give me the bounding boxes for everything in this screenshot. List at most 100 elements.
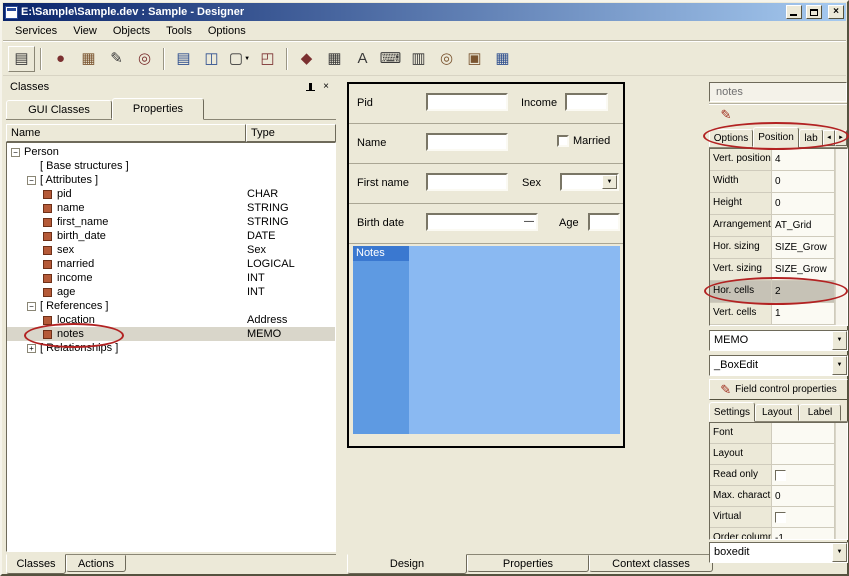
tab-scroll-right-button[interactable]: ►: [835, 130, 847, 146]
tree-item-income[interactable]: incomeINT: [7, 271, 335, 285]
tree-item-references[interactable]: −[ References ]: [7, 299, 335, 313]
donut-button[interactable]: ◎: [131, 46, 158, 72]
data-type-combo[interactable]: MEMO ▼: [709, 330, 848, 351]
position-row-hor-sizing[interactable]: Hor. sizingSIZE_Grow: [710, 237, 847, 259]
birth-date-field[interactable]: —: [426, 213, 538, 231]
property-value[interactable]: 0: [772, 171, 835, 192]
dropdown-arrow-icon[interactable]: ▼: [832, 356, 847, 375]
property-value[interactable]: [772, 507, 835, 527]
first-name-field[interactable]: [426, 173, 508, 191]
collapse-icon[interactable]: −: [27, 302, 36, 311]
position-row-arrangement[interactable]: ArrangementAT_Grid: [710, 215, 847, 237]
tree-item-person[interactable]: −Person: [7, 145, 335, 159]
settings-row-order-column[interactable]: Order column-1: [710, 528, 847, 540]
checkbox-icon[interactable]: [775, 512, 786, 523]
menu-item-objects[interactable]: Objects: [105, 22, 158, 40]
column-header-name[interactable]: Name: [6, 124, 246, 142]
position-row-vert-position[interactable]: Vert. position4: [710, 149, 847, 171]
married-checkbox[interactable]: Married: [557, 135, 610, 147]
menu-item-view[interactable]: View: [65, 22, 105, 40]
grid-button[interactable]: ▥: [405, 46, 432, 72]
tree-item-base-structures[interactable]: [ Base structures ]: [7, 159, 335, 173]
tab-lab[interactable]: lab: [799, 129, 823, 147]
tree-item-first-name[interactable]: first_nameSTRING: [7, 215, 335, 229]
tab-properties[interactable]: Properties: [467, 555, 589, 572]
position-row-vert-cells[interactable]: Vert. cells1: [710, 303, 847, 325]
tree-item-age[interactable]: ageINT: [7, 285, 335, 299]
edit-source-button[interactable]: ✎: [103, 46, 130, 72]
settings-row-max-charact[interactable]: Max. charact0: [710, 486, 847, 507]
toolbar-dropdown-arrow-icon[interactable]: ▼: [244, 56, 250, 62]
keyboard-button[interactable]: ⌨: [377, 46, 404, 72]
property-value[interactable]: [772, 423, 835, 443]
property-value[interactable]: SIZE_Grow: [772, 237, 835, 258]
table-button[interactable]: ▦: [321, 46, 348, 72]
tab-settings[interactable]: Settings: [709, 402, 755, 422]
tab-layout[interactable]: Layout: [755, 404, 799, 421]
paint-button[interactable]: ◆: [293, 46, 320, 72]
position-row-vert-sizing[interactable]: Vert. sizingSIZE_Grow: [710, 259, 847, 281]
tree-item-relationships[interactable]: +[ Relationships ]: [7, 341, 335, 355]
tree-item-location[interactable]: locationAddress: [7, 313, 335, 327]
menu-item-options[interactable]: Options: [200, 22, 254, 40]
settings-row-font[interactable]: Font: [710, 423, 847, 444]
tab-actions[interactable]: Actions: [66, 555, 126, 572]
settings-row-read-only[interactable]: Read only: [710, 465, 847, 486]
property-value[interactable]: 2: [772, 281, 835, 302]
expand-icon[interactable]: +: [27, 344, 36, 353]
font-button[interactable]: A: [349, 46, 376, 72]
notebook-button[interactable]: ▦: [75, 46, 102, 72]
property-value[interactable]: -1: [772, 528, 835, 540]
grid-scrollbar-track[interactable]: [835, 149, 847, 325]
property-value[interactable]: 0: [772, 193, 835, 214]
dock-pin-button[interactable]: [303, 80, 317, 93]
tree-item-attributes[interactable]: −[ Attributes ]: [7, 173, 335, 187]
property-value[interactable]: 0: [772, 486, 835, 506]
checkbox-icon[interactable]: [775, 470, 786, 481]
new-form-button[interactable]: ▢▼: [226, 46, 253, 72]
pid-field[interactable]: [426, 93, 508, 111]
property-value[interactable]: [772, 465, 835, 485]
minimize-button[interactable]: [786, 5, 802, 19]
age-field[interactable]: [588, 213, 620, 231]
tab-properties[interactable]: Properties: [112, 98, 204, 120]
close-button[interactable]: ×: [828, 5, 844, 19]
collapse-icon[interactable]: −: [11, 148, 20, 157]
settings-row-virtual[interactable]: Virtual: [710, 507, 847, 528]
tree-item-name[interactable]: nameSTRING: [7, 201, 335, 215]
form-preview-button[interactable]: ◰: [254, 46, 281, 72]
income-field[interactable]: [565, 93, 608, 111]
draw-shape-button[interactable]: ●: [47, 46, 74, 72]
control-name-combo[interactable]: boxedit ▼: [709, 542, 848, 563]
tab-design[interactable]: Design: [347, 554, 467, 574]
menu-item-tools[interactable]: Tools: [158, 22, 200, 40]
printer-button[interactable]: ◫: [198, 46, 225, 72]
tree-item-pid[interactable]: pidCHAR: [7, 187, 335, 201]
tab-classes[interactable]: Classes: [6, 554, 66, 574]
property-value[interactable]: [772, 444, 835, 464]
menu-item-services[interactable]: Services: [7, 22, 65, 40]
donut-2-button[interactable]: ◎: [433, 46, 460, 72]
field-properties-toolbar-button[interactable]: ✎: [715, 106, 737, 124]
tree-item-birth-date[interactable]: birth_dateDATE: [7, 229, 335, 243]
tree-item-notes[interactable]: notesMEMO: [7, 327, 335, 341]
property-value[interactable]: 1: [772, 303, 835, 324]
print-preview-button[interactable]: ▤: [170, 46, 197, 72]
tab-position[interactable]: Position: [753, 127, 799, 148]
property-value[interactable]: AT_Grid: [772, 215, 835, 236]
position-row-width[interactable]: Width0: [710, 171, 847, 193]
panel-close-button[interactable]: ×: [319, 80, 333, 93]
package-button[interactable]: ▣: [461, 46, 488, 72]
tab-scroll-left-button[interactable]: ◄: [823, 130, 835, 146]
notes-memo-field[interactable]: Notes: [353, 246, 620, 434]
control-class-combo[interactable]: _BoxEdit ▼: [709, 355, 848, 376]
dropdown-arrow-icon[interactable]: ▼: [832, 331, 847, 350]
tree-item-married[interactable]: marriedLOGICAL: [7, 257, 335, 271]
column-header-type[interactable]: Type: [246, 124, 336, 142]
property-value[interactable]: SIZE_Grow: [772, 259, 835, 280]
calendar-button[interactable]: ▦: [489, 46, 516, 72]
tree-item-sex[interactable]: sexSex: [7, 243, 335, 257]
position-row-hor-cells[interactable]: Hor. cells2: [710, 281, 847, 303]
tab-label[interactable]: Label: [799, 404, 841, 421]
tab-context-classes[interactable]: Context classes: [589, 555, 713, 572]
